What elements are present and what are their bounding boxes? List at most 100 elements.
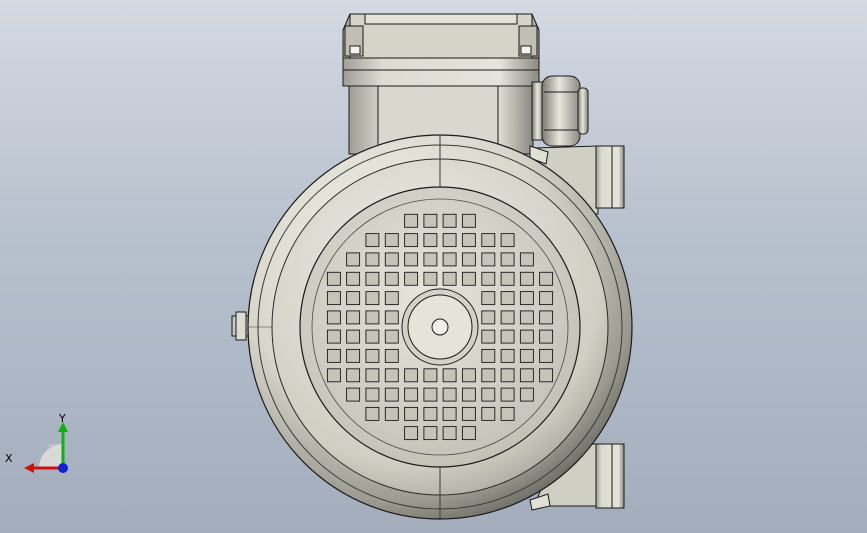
grille-slot <box>346 368 361 383</box>
grille-slot <box>346 252 361 267</box>
motor-model[interactable] <box>0 0 867 533</box>
grille-slot <box>461 271 476 286</box>
grille-slot <box>481 387 496 402</box>
grille-slot <box>384 406 399 421</box>
grille-slot <box>500 310 515 325</box>
grille-slot <box>442 233 457 248</box>
grille-slot <box>481 310 496 325</box>
grille-slot <box>423 252 438 267</box>
grille-slot <box>384 291 399 306</box>
grille-slot <box>326 368 341 383</box>
triad-y-label: Y <box>59 412 66 425</box>
grille-slot <box>423 213 438 228</box>
grille-slot <box>481 406 496 421</box>
grille-slot <box>326 310 341 325</box>
grille-slot <box>404 271 419 286</box>
grille-slot <box>461 426 476 441</box>
grille-slot <box>519 348 534 363</box>
grille-slot <box>519 368 534 383</box>
grille-slot <box>404 213 419 228</box>
grille-slot <box>365 348 380 363</box>
grille-slot <box>442 271 457 286</box>
grille-slot <box>539 329 554 344</box>
grille-slot <box>404 426 419 441</box>
grille-slot <box>384 271 399 286</box>
grille-slot <box>365 291 380 306</box>
grille-slot <box>423 387 438 402</box>
grille-slot <box>500 291 515 306</box>
grille-slot <box>481 291 496 306</box>
grille-slot <box>442 213 457 228</box>
grille-slot <box>519 310 534 325</box>
grille-slot <box>461 368 476 383</box>
grille-slot <box>500 406 515 421</box>
grille-slot <box>384 233 399 248</box>
grille-slot <box>500 387 515 402</box>
grille-slot <box>461 252 476 267</box>
grille-slot <box>365 368 380 383</box>
grille-slot <box>365 233 380 248</box>
grille-slot <box>346 310 361 325</box>
fan-hub <box>401 288 479 366</box>
cad-viewport[interactable]: X Y <box>0 0 867 533</box>
grille-slot <box>519 329 534 344</box>
grille-slot <box>326 329 341 344</box>
grille-slot <box>481 271 496 286</box>
grille-slot <box>461 406 476 421</box>
grille-slot <box>461 213 476 228</box>
grille-slot <box>442 368 457 383</box>
grille-slot <box>481 233 496 248</box>
triad-x-label: X <box>5 452 13 465</box>
grille-slot <box>384 368 399 383</box>
side-bolt <box>231 311 251 341</box>
grille-slot <box>423 406 438 421</box>
grille-slot <box>404 406 419 421</box>
grille-slot <box>500 329 515 344</box>
grille-slot <box>539 291 554 306</box>
grille-slot <box>423 233 438 248</box>
grille-slot <box>539 310 554 325</box>
grille-slot <box>384 329 399 344</box>
grille-slot <box>442 406 457 421</box>
grille-slot <box>404 387 419 402</box>
grille-slot <box>461 387 476 402</box>
grille-slot <box>423 426 438 441</box>
grille-slot <box>346 271 361 286</box>
grille-slot <box>481 348 496 363</box>
grille-slot <box>500 252 515 267</box>
grille-slot <box>404 233 419 248</box>
grille-slot <box>519 252 534 267</box>
grille-slot <box>539 271 554 286</box>
grille-slot <box>346 329 361 344</box>
grille-slot <box>365 252 380 267</box>
grille-slot <box>365 271 380 286</box>
grille-slot <box>442 426 457 441</box>
grille-slot <box>384 310 399 325</box>
grille-slot <box>519 271 534 286</box>
coordinate-triad-icon <box>24 422 68 473</box>
grille-slot <box>365 329 380 344</box>
grille-slot <box>442 252 457 267</box>
grille-slot <box>346 387 361 402</box>
grille-slot <box>423 271 438 286</box>
grille-slot <box>519 291 534 306</box>
grille-slot <box>500 233 515 248</box>
grille-slot <box>519 387 534 402</box>
grille-slot <box>384 348 399 363</box>
grille-slot <box>384 387 399 402</box>
grille-slot <box>500 368 515 383</box>
grille-slot <box>346 291 361 306</box>
grille-slot <box>461 233 476 248</box>
grille-slot <box>346 348 361 363</box>
grille-slot <box>384 252 399 267</box>
grille-slot <box>365 387 380 402</box>
grille-slot <box>326 291 341 306</box>
grille-slot <box>404 368 419 383</box>
grille-slot <box>423 368 438 383</box>
grille-slot <box>500 271 515 286</box>
cable-gland <box>531 75 589 147</box>
grille-slot <box>539 348 554 363</box>
terminal-box <box>342 13 540 155</box>
grille-slot <box>365 406 380 421</box>
grille-slot <box>365 310 380 325</box>
